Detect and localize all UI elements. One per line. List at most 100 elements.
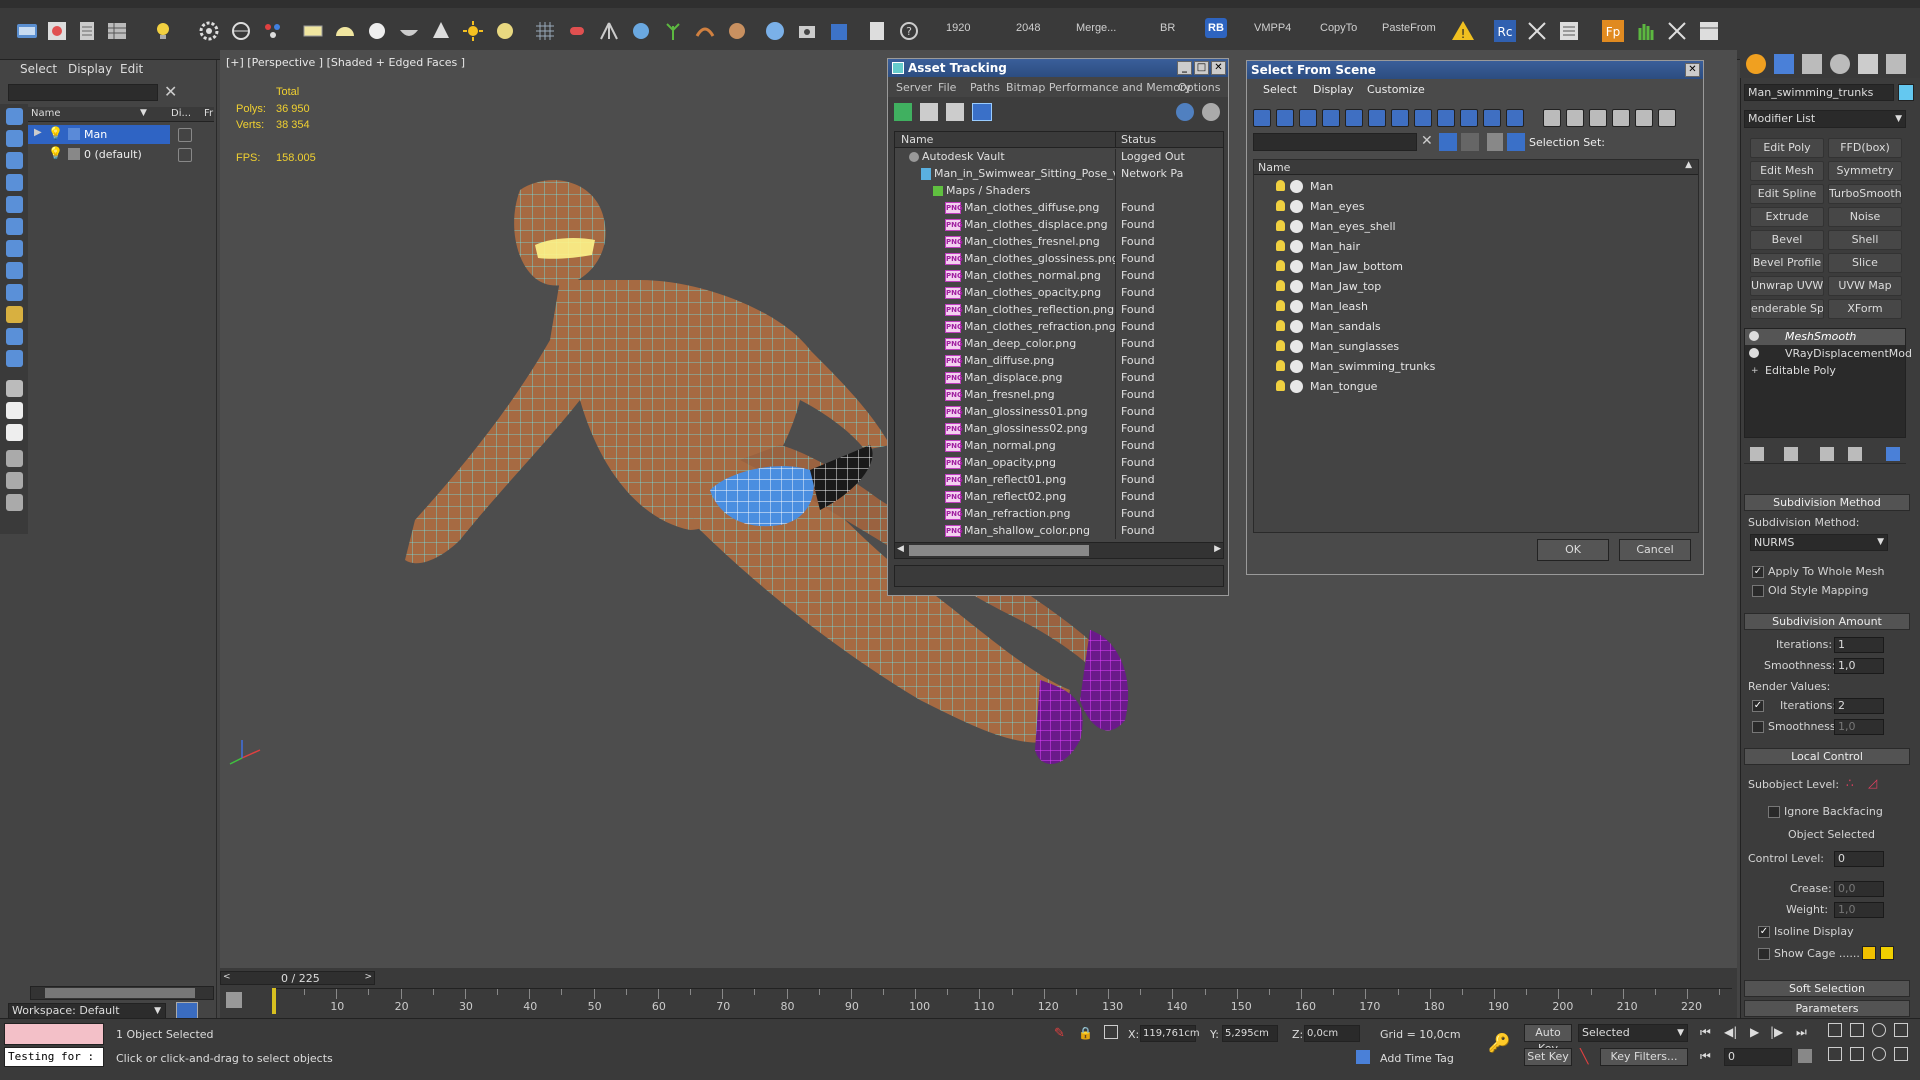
- selection-set-icon[interactable]: [1507, 133, 1525, 151]
- asset-row[interactable]: PNGMan_clothes_fresnel.png Found: [895, 234, 1223, 251]
- set-key-button[interactable]: Set Key: [1524, 1048, 1572, 1066]
- light-bulb-icon[interactable]: [1276, 240, 1285, 251]
- explorer-menu-edit[interactable]: Edit: [120, 62, 143, 76]
- sync-selection-icon[interactable]: [6, 472, 23, 489]
- scene-list-item[interactable]: Man_Jaw_bottom: [1254, 257, 1698, 277]
- modifier-button[interactable]: Unwrap UVW: [1750, 276, 1824, 296]
- old-style-mapping-checkbox[interactable]: [1752, 585, 1764, 597]
- light-bulb-icon[interactable]: [1276, 180, 1285, 191]
- rollout-subdivision-method[interactable]: Subdivision Method: [1744, 494, 1910, 511]
- tools-icon[interactable]: [1524, 18, 1550, 44]
- sync-icon[interactable]: [1635, 109, 1653, 127]
- light-bulb-icon[interactable]: [150, 18, 176, 44]
- help-icon[interactable]: [1176, 103, 1194, 121]
- asset-row[interactable]: PNGMan_diffuse.png Found: [895, 353, 1223, 370]
- list-view-icon[interactable]: [920, 103, 938, 121]
- edge-subobject-icon[interactable]: ◿: [1868, 776, 1877, 790]
- control-level-spinner[interactable]: 0: [1834, 851, 1884, 867]
- display-groups-icon[interactable]: [1391, 109, 1409, 127]
- explorer-search-input[interactable]: [8, 84, 158, 101]
- display-xrefs-icon[interactable]: [1414, 109, 1432, 127]
- scroll-right-icon[interactable]: ▶: [1214, 544, 1221, 554]
- light-bulb-icon[interactable]: [1276, 280, 1285, 291]
- close-button[interactable]: ✕: [1211, 61, 1226, 75]
- capsule-icon[interactable]: [564, 18, 590, 44]
- cone-icon[interactable]: [428, 18, 454, 44]
- select-scene-titlebar[interactable]: Select From Scene ✕: [1247, 61, 1703, 79]
- col-name-header[interactable]: Name: [901, 133, 933, 146]
- list-icon[interactable]: [1556, 18, 1582, 44]
- clear-search-icon[interactable]: ✕: [1421, 133, 1433, 149]
- zoom-extents-all-icon[interactable]: [1894, 1023, 1908, 1037]
- light-bulb-icon[interactable]: [1276, 260, 1285, 271]
- key-icon[interactable]: 🔑: [1488, 1033, 1510, 1054]
- display-hidden-icon[interactable]: [1506, 109, 1524, 127]
- warning-icon[interactable]: !: [1450, 18, 1476, 44]
- asset-row[interactable]: PNGMan_reflect01.png Found: [895, 472, 1223, 489]
- sphere-blue-icon[interactable]: [762, 18, 788, 44]
- scroll-thumb[interactable]: [45, 988, 195, 998]
- go-to-start-icon[interactable]: ⏮: [1700, 1025, 1711, 1040]
- auto-key-button[interactable]: Auto Key: [1524, 1024, 1572, 1055]
- apply-whole-mesh-checkbox[interactable]: ✓: [1752, 566, 1764, 578]
- light-bulb-icon[interactable]: [1276, 340, 1285, 351]
- camera-icon[interactable]: [794, 18, 820, 44]
- menu-paths[interactable]: Paths: [970, 81, 1000, 94]
- pan-icon[interactable]: [1850, 1047, 1864, 1061]
- asset-row[interactable]: PNGMan_opacity.png Found: [895, 455, 1223, 472]
- asset-row[interactable]: PNGMan_clothes_diffuse.png Found: [895, 200, 1223, 217]
- prev-key-icon[interactable]: ◀|: [1724, 1025, 1737, 1039]
- pin-stack-icon[interactable]: [1750, 447, 1764, 461]
- scroll-left-icon[interactable]: ◀: [897, 544, 904, 554]
- toolbar-text-1920[interactable]: 1920: [946, 22, 970, 34]
- hierarchy-tab-icon[interactable]: [1802, 54, 1822, 74]
- modifier-button[interactable]: Bevel: [1750, 230, 1824, 250]
- asset-row[interactable]: PNGMan_displace.png Found: [895, 370, 1223, 387]
- vmpp4-button[interactable]: VMPP4: [1254, 22, 1291, 34]
- show-end-result-icon[interactable]: [1784, 447, 1798, 461]
- hand-icon[interactable]: [1632, 18, 1658, 44]
- sun-icon[interactable]: [460, 18, 486, 44]
- col-name-header[interactable]: Name: [1258, 161, 1290, 174]
- asset-hscrollbar[interactable]: ◀ ▶: [895, 542, 1223, 558]
- object-name-field[interactable]: Man_swimming_trunks: [1744, 84, 1894, 101]
- make-unique-icon[interactable]: [1820, 447, 1834, 461]
- panel-icon[interactable]: [1696, 18, 1722, 44]
- asset-tracking-titlebar[interactable]: Asset Tracking _ □ ✕: [888, 59, 1228, 77]
- modifier-button[interactable]: Edit Mesh: [1750, 161, 1824, 181]
- ignore-backfacing-checkbox[interactable]: [1768, 806, 1780, 818]
- display-cameras-icon[interactable]: [1322, 109, 1340, 127]
- display-shapes-icon[interactable]: [1276, 109, 1294, 127]
- light-bulb-icon[interactable]: [1276, 200, 1285, 211]
- explorer-hscrollbar[interactable]: [30, 986, 214, 1000]
- smoothness-spinner[interactable]: 1,0: [1834, 658, 1884, 674]
- absolute-mode-icon[interactable]: [1104, 1025, 1118, 1039]
- cage-selected-color-swatch[interactable]: [1880, 946, 1894, 960]
- help-icon[interactable]: ?: [896, 18, 922, 44]
- display-cameras-icon[interactable]: [6, 196, 23, 213]
- render-smoothness-spinner[interactable]: 1,0: [1834, 719, 1884, 735]
- gear-icon[interactable]: [196, 18, 222, 44]
- scroll-thumb[interactable]: [909, 545, 1089, 556]
- modifier-button[interactable]: Edit Poly: [1750, 138, 1824, 158]
- y-coordinate-field[interactable]: 5,295cm: [1222, 1025, 1278, 1042]
- particles-icon[interactable]: [260, 18, 286, 44]
- column-divider[interactable]: [1115, 132, 1116, 148]
- rollout-local-control[interactable]: Local Control: [1744, 748, 1910, 765]
- viewport-label[interactable]: [+] [Perspective ] [Shaded + Edged Faces…: [226, 56, 465, 69]
- light-bulb-icon[interactable]: [1749, 331, 1759, 341]
- asset-row[interactable]: PNGMan_clothes_refraction.png Found: [895, 319, 1223, 336]
- close-button[interactable]: ✕: [1685, 63, 1700, 77]
- light-bulb-icon[interactable]: [1276, 320, 1285, 331]
- next-frame-icon[interactable]: >: [364, 972, 372, 982]
- display-frozen-icon[interactable]: [1483, 109, 1501, 127]
- motion-tab-icon[interactable]: [1830, 54, 1850, 74]
- scene-list-item[interactable]: Man_swimming_trunks: [1254, 357, 1698, 377]
- select-none-icon[interactable]: [1566, 109, 1584, 127]
- modifier-button[interactable]: TurboSmooth: [1828, 184, 1902, 204]
- clear-search-icon[interactable]: ✕: [164, 82, 177, 101]
- maximize-button[interactable]: □: [1194, 61, 1209, 75]
- layer-icon[interactable]: [1487, 133, 1503, 151]
- iterations-spinner[interactable]: 1: [1834, 637, 1884, 653]
- display-containers-icon[interactable]: [6, 328, 23, 345]
